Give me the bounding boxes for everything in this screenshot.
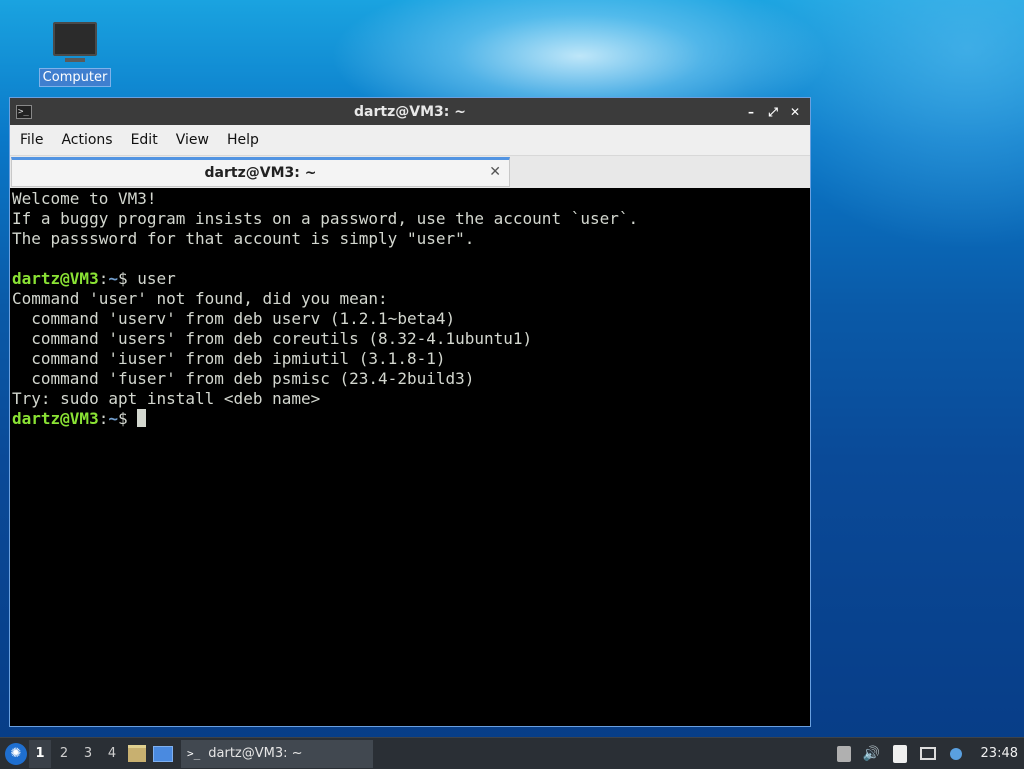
tab-label: dartz@VM3: ~ <box>204 165 317 181</box>
terminal-line: Try: sudo apt install <deb name> <box>12 389 321 408</box>
menu-actions[interactable]: Actions <box>61 128 122 152</box>
prompt-command: user <box>127 269 176 288</box>
update-notifier-button[interactable] <box>945 740 967 768</box>
window-title: dartz@VM3: ~ <box>354 103 466 120</box>
terminal-cursor <box>137 409 147 427</box>
workspace-2[interactable]: 2 <box>53 740 75 768</box>
removable-media-button[interactable] <box>833 740 855 768</box>
terminal-output[interactable]: Welcome to VM3! If a buggy program insist… <box>10 188 810 726</box>
menu-view[interactable]: View <box>176 128 219 152</box>
prompt-user: dartz@VM3 <box>12 269 99 288</box>
file-manager-launcher[interactable] <box>125 740 149 768</box>
tab-terminal[interactable]: dartz@VM3: ~ ✕ <box>11 157 510 187</box>
clipboard-icon <box>892 744 907 763</box>
prompt-separator: : <box>98 409 109 428</box>
task-button-label: dartz@VM3: ~ <box>208 746 303 761</box>
terminal-prompt-line: dartz@VM3:~$ <box>12 409 808 429</box>
terminal-line: command 'iuser' from deb ipmiutil (3.1.8… <box>12 349 446 368</box>
network-icon <box>919 747 936 760</box>
show-desktop-launcher[interactable] <box>151 740 175 768</box>
terminal-line: command 'users' from deb coreutils (8.32… <box>12 329 533 348</box>
prompt-separator: : <box>98 269 109 288</box>
update-notifier-icon <box>949 747 962 760</box>
prompt-path: ~ <box>108 409 118 428</box>
clock[interactable]: 23:48 <box>981 746 1018 761</box>
computer-icon <box>53 22 97 62</box>
title-bar[interactable]: >_ dartz@VM3: ~ – ⤢ ✕ <box>10 98 810 125</box>
minimize-button[interactable]: – <box>742 103 760 121</box>
workspace-4[interactable]: 4 <box>101 740 123 768</box>
terminal-line: If a buggy program insists on a password… <box>12 209 639 228</box>
prompt-symbol: $ <box>117 409 128 428</box>
terminal-line: Command 'user' not found, did you mean: <box>12 289 388 308</box>
prompt-command <box>128 409 138 428</box>
workspace-1[interactable]: 1 <box>29 739 51 768</box>
removable-media-icon <box>836 745 851 762</box>
taskbar: ✺ 1 2 3 4 >_ dartz@VM3: ~ 🔊 23:48 <box>0 737 1024 769</box>
menu-help[interactable]: Help <box>227 128 269 152</box>
menu-edit[interactable]: Edit <box>131 128 168 152</box>
tab-close-icon[interactable]: ✕ <box>489 164 501 180</box>
terminal-line: command 'fuser' from deb psmisc (23.4-2b… <box>12 369 475 388</box>
network-button[interactable] <box>917 740 939 768</box>
tab-bar: dartz@VM3: ~ ✕ <box>10 156 810 189</box>
terminal-line: command 'userv' from deb userv (1.2.1~be… <box>12 309 456 328</box>
terminal-line: Welcome to VM3! <box>12 189 157 208</box>
workspace-3[interactable]: 3 <box>77 740 99 768</box>
file-manager-icon <box>128 745 146 762</box>
terminal-icon: >_ <box>16 104 32 119</box>
terminal-window: >_ dartz@VM3: ~ – ⤢ ✕ File Actions Edit … <box>9 97 811 727</box>
close-button[interactable]: ✕ <box>786 103 804 121</box>
desktop-icon-label: Computer <box>38 68 112 87</box>
menu-file[interactable]: File <box>20 128 53 152</box>
prompt-symbol: $ <box>117 269 128 288</box>
system-tray: 🔊 23:48 <box>827 738 1024 769</box>
lubuntu-start-icon[interactable]: ✺ <box>5 742 27 765</box>
clipboard-button[interactable] <box>889 740 911 768</box>
desktop-icon-computer[interactable]: Computer <box>38 22 112 87</box>
prompt-path: ~ <box>108 269 118 288</box>
prompt-user: dartz@VM3 <box>12 409 99 428</box>
terminal-icon: >_ <box>187 747 201 760</box>
maximize-button[interactable]: ⤢ <box>764 103 782 121</box>
task-button-terminal[interactable]: >_ dartz@VM3: ~ <box>181 739 373 768</box>
menu-bar: File Actions Edit View Help <box>10 125 810 156</box>
terminal-prompt-line: dartz@VM3:~$ user <box>12 269 808 289</box>
show-desktop-icon <box>153 745 173 762</box>
volume-icon: 🔊 <box>862 745 881 762</box>
volume-button[interactable]: 🔊 <box>861 740 883 768</box>
terminal-line: The passsword for that account is simply… <box>12 229 475 248</box>
